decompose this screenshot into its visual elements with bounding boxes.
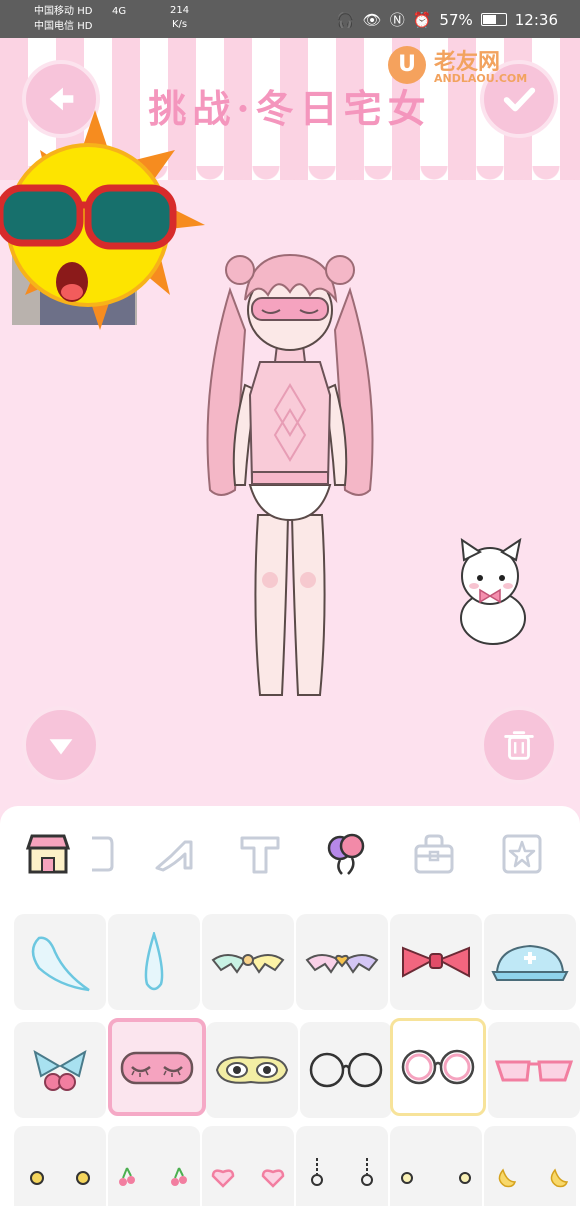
star-frame-icon bbox=[502, 834, 542, 874]
status-right: 🎧 👁 Ⓝ ⏰ 57% 12:36 bbox=[336, 9, 558, 30]
item-cherry-bow[interactable] bbox=[14, 1022, 106, 1118]
shop-icon bbox=[25, 834, 71, 874]
heart-ribbon-icon bbox=[305, 954, 379, 974]
tear-drop-icon bbox=[31, 936, 90, 992]
item-round-glasses-black[interactable] bbox=[300, 1022, 392, 1118]
item-cherry-earrings[interactable] bbox=[108, 1126, 200, 1206]
carrier-1: 中国移动 bbox=[34, 6, 74, 17]
headphone-icon: 🎧 bbox=[335, 10, 355, 29]
item-nurse-cap[interactable] bbox=[484, 914, 576, 1010]
sleep-mask-icon bbox=[120, 1051, 194, 1085]
cherry-bow-icon bbox=[33, 1049, 87, 1091]
item-moon-earrings[interactable] bbox=[484, 1126, 576, 1206]
network-type: 4G bbox=[112, 6, 127, 17]
cherry-earrings-icon bbox=[119, 1167, 187, 1186]
speed-unit: K/s bbox=[171, 19, 188, 30]
speed-value: 214 bbox=[170, 5, 190, 16]
battery-icon bbox=[480, 13, 507, 26]
watermark-logo: U bbox=[388, 46, 426, 84]
item-yellow-dot-earrings[interactable] bbox=[14, 1126, 106, 1206]
triangle-down-icon bbox=[49, 739, 73, 755]
tab-shoes[interactable] bbox=[145, 824, 205, 884]
item-water-drop[interactable] bbox=[108, 914, 200, 1010]
item-drop-chain-earrings[interactable] bbox=[296, 1126, 388, 1206]
category-tabs bbox=[0, 824, 580, 894]
status-bar: 中国移动 HD 中国电信 HD 4G 214 K/s 🎧 👁 Ⓝ ⏰ 57% 1… bbox=[0, 0, 580, 38]
delete-button[interactable] bbox=[480, 706, 558, 784]
item-round-glasses-pink[interactable] bbox=[390, 1018, 486, 1116]
item-gold-dot-earrings[interactable] bbox=[390, 1126, 482, 1206]
pastel-ribbon-icon bbox=[211, 954, 285, 974]
tab-bags[interactable] bbox=[404, 824, 464, 884]
moon-earrings-icon bbox=[498, 1168, 569, 1188]
drop-chain-earrings-icon bbox=[311, 1158, 373, 1186]
pink-sunglasses-icon bbox=[494, 1060, 574, 1082]
hat-letter-t-icon bbox=[240, 836, 280, 874]
red-bow-icon bbox=[402, 946, 470, 978]
heart-earrings-icon bbox=[211, 1169, 285, 1188]
cartoon-eye-mask-icon bbox=[215, 1056, 289, 1084]
trash-icon bbox=[504, 731, 534, 760]
heel-shoe-icon bbox=[155, 840, 193, 872]
watermark-text-en: ANDLAOU.COM bbox=[434, 72, 528, 85]
hd-badge: HD bbox=[77, 21, 93, 32]
shirt-icon bbox=[92, 836, 114, 872]
balloons-icon bbox=[327, 833, 365, 875]
bag-icon bbox=[414, 834, 454, 874]
carrier-info: 中国移动 HD 中国电信 HD bbox=[34, 4, 92, 34]
water-drop-icon bbox=[144, 932, 164, 991]
item-heart-earrings[interactable] bbox=[202, 1126, 294, 1206]
nurse-cap-icon bbox=[491, 944, 569, 981]
item-sleep-mask[interactable] bbox=[108, 1018, 206, 1116]
item-heart-ribbon[interactable] bbox=[296, 914, 388, 1010]
item-pink-sunglasses[interactable] bbox=[488, 1022, 580, 1118]
alarm-icon: ⏰ bbox=[412, 10, 432, 29]
nfc-icon: Ⓝ bbox=[389, 11, 405, 29]
network-speed: 214 K/s bbox=[170, 4, 189, 32]
item-red-bow[interactable] bbox=[390, 914, 482, 1010]
wardrobe-panel bbox=[0, 806, 580, 1206]
eye-icon: 👁 bbox=[362, 10, 382, 29]
battery-percent: 57% bbox=[439, 10, 473, 29]
gold-dot-earrings-icon bbox=[401, 1172, 471, 1184]
clock: 12:36 bbox=[514, 10, 558, 29]
sun-sunglasses-sticker[interactable] bbox=[0, 110, 210, 330]
item-tear-drop[interactable] bbox=[14, 914, 106, 1010]
character-avatar bbox=[206, 253, 374, 696]
round-glasses-black-icon bbox=[309, 1052, 383, 1088]
pet-kitten bbox=[460, 538, 526, 645]
item-cartoon-eye-mask[interactable] bbox=[206, 1022, 298, 1118]
dress-up-stage bbox=[0, 110, 580, 810]
carrier-2: 中国电信 bbox=[34, 21, 74, 32]
tab-shop[interactable] bbox=[18, 824, 78, 884]
collapse-panel-button[interactable] bbox=[22, 706, 100, 784]
site-watermark: U 老友网 ANDLAOU.COM bbox=[388, 46, 558, 86]
hd-badge: HD bbox=[77, 6, 93, 17]
tab-accessories[interactable] bbox=[316, 824, 376, 884]
round-glasses-pink-icon bbox=[401, 1049, 475, 1085]
tab-clothes[interactable] bbox=[76, 824, 136, 884]
tab-favorites[interactable] bbox=[492, 824, 552, 884]
item-pastel-ribbon[interactable] bbox=[202, 914, 294, 1010]
tab-text[interactable] bbox=[230, 824, 290, 884]
yellow-dot-earrings-icon bbox=[30, 1171, 90, 1185]
